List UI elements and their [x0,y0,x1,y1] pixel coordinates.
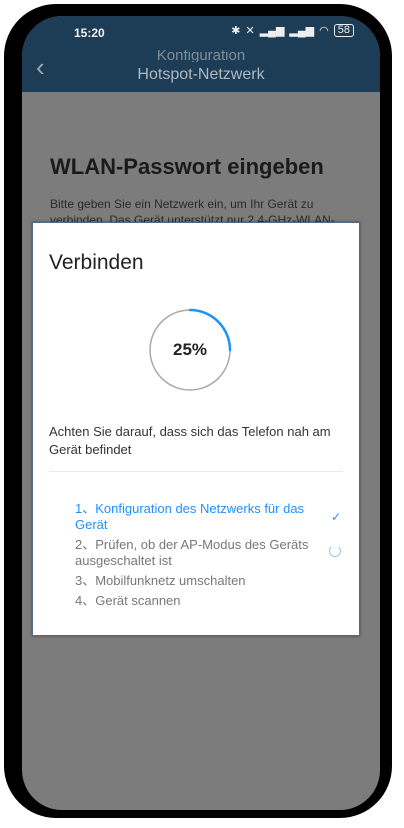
loading-icon [329,545,341,561]
status-bar: 15:20 ✱ ✕ ▂▄▆ ▂▄▆ ◠ 58 [22,16,380,50]
dialog-hint: Achten Sie darauf, dass sich das Telefon… [49,424,331,457]
dialog-title: Verbinden [49,251,144,274]
bluetooth-icon: ✱ [231,25,241,37]
page-title: WLAN-Passwort eingeben [50,154,324,179]
step-item: 2、Prüfen, ob der AP-Modus des Geräts aus… [75,537,345,569]
battery-icon: 58 [333,24,354,37]
divider [49,471,343,472]
step-label: 3、Mobilfunknetz umschalten [75,573,246,588]
header-title-line1: Konfiguration [156,50,246,62]
step-label: 1、Konfiguration des Netzwerks für das Ge… [75,501,305,532]
progress-percent: 25% [172,340,208,359]
step-list: 1、Konfiguration des Netzwerks für das Ge… [75,501,345,613]
connect-dialog: Verbinden 25% Achten Sie darauf, dass si… [32,222,360,636]
step-label: 2、Prüfen, ob der AP-Modus des Geräts aus… [75,537,309,568]
app-header: ‹ Konfiguration Hotspot-Netzwerk [22,50,380,92]
signal-icon: ▂▄▆ [259,25,285,37]
step-item: 4、Gerät scannen [75,593,345,609]
check-icon: ✓ [330,510,341,524]
header-title-line2: Hotspot-Netzwerk [137,66,265,83]
step-item: 1、Konfiguration des Netzwerks für das Ge… [75,501,345,533]
step-label: 4、Gerät scannen [75,593,181,608]
phone-frame: 15:20 ✱ ✕ ▂▄▆ ▂▄▆ ◠ 58 ‹ Konfiguration H… [4,4,392,818]
wifi-icon: ◠ [319,25,329,37]
status-icons: ✱ ✕ ▂▄▆ ▂▄▆ ◠ 58 [231,24,354,37]
signal-icon-2: ▂▄▆ [289,25,315,37]
mute-icon: ✕ [245,25,255,37]
status-time: 15:20 [74,26,105,40]
step-item: 3、Mobilfunknetz umschalten [75,573,345,589]
